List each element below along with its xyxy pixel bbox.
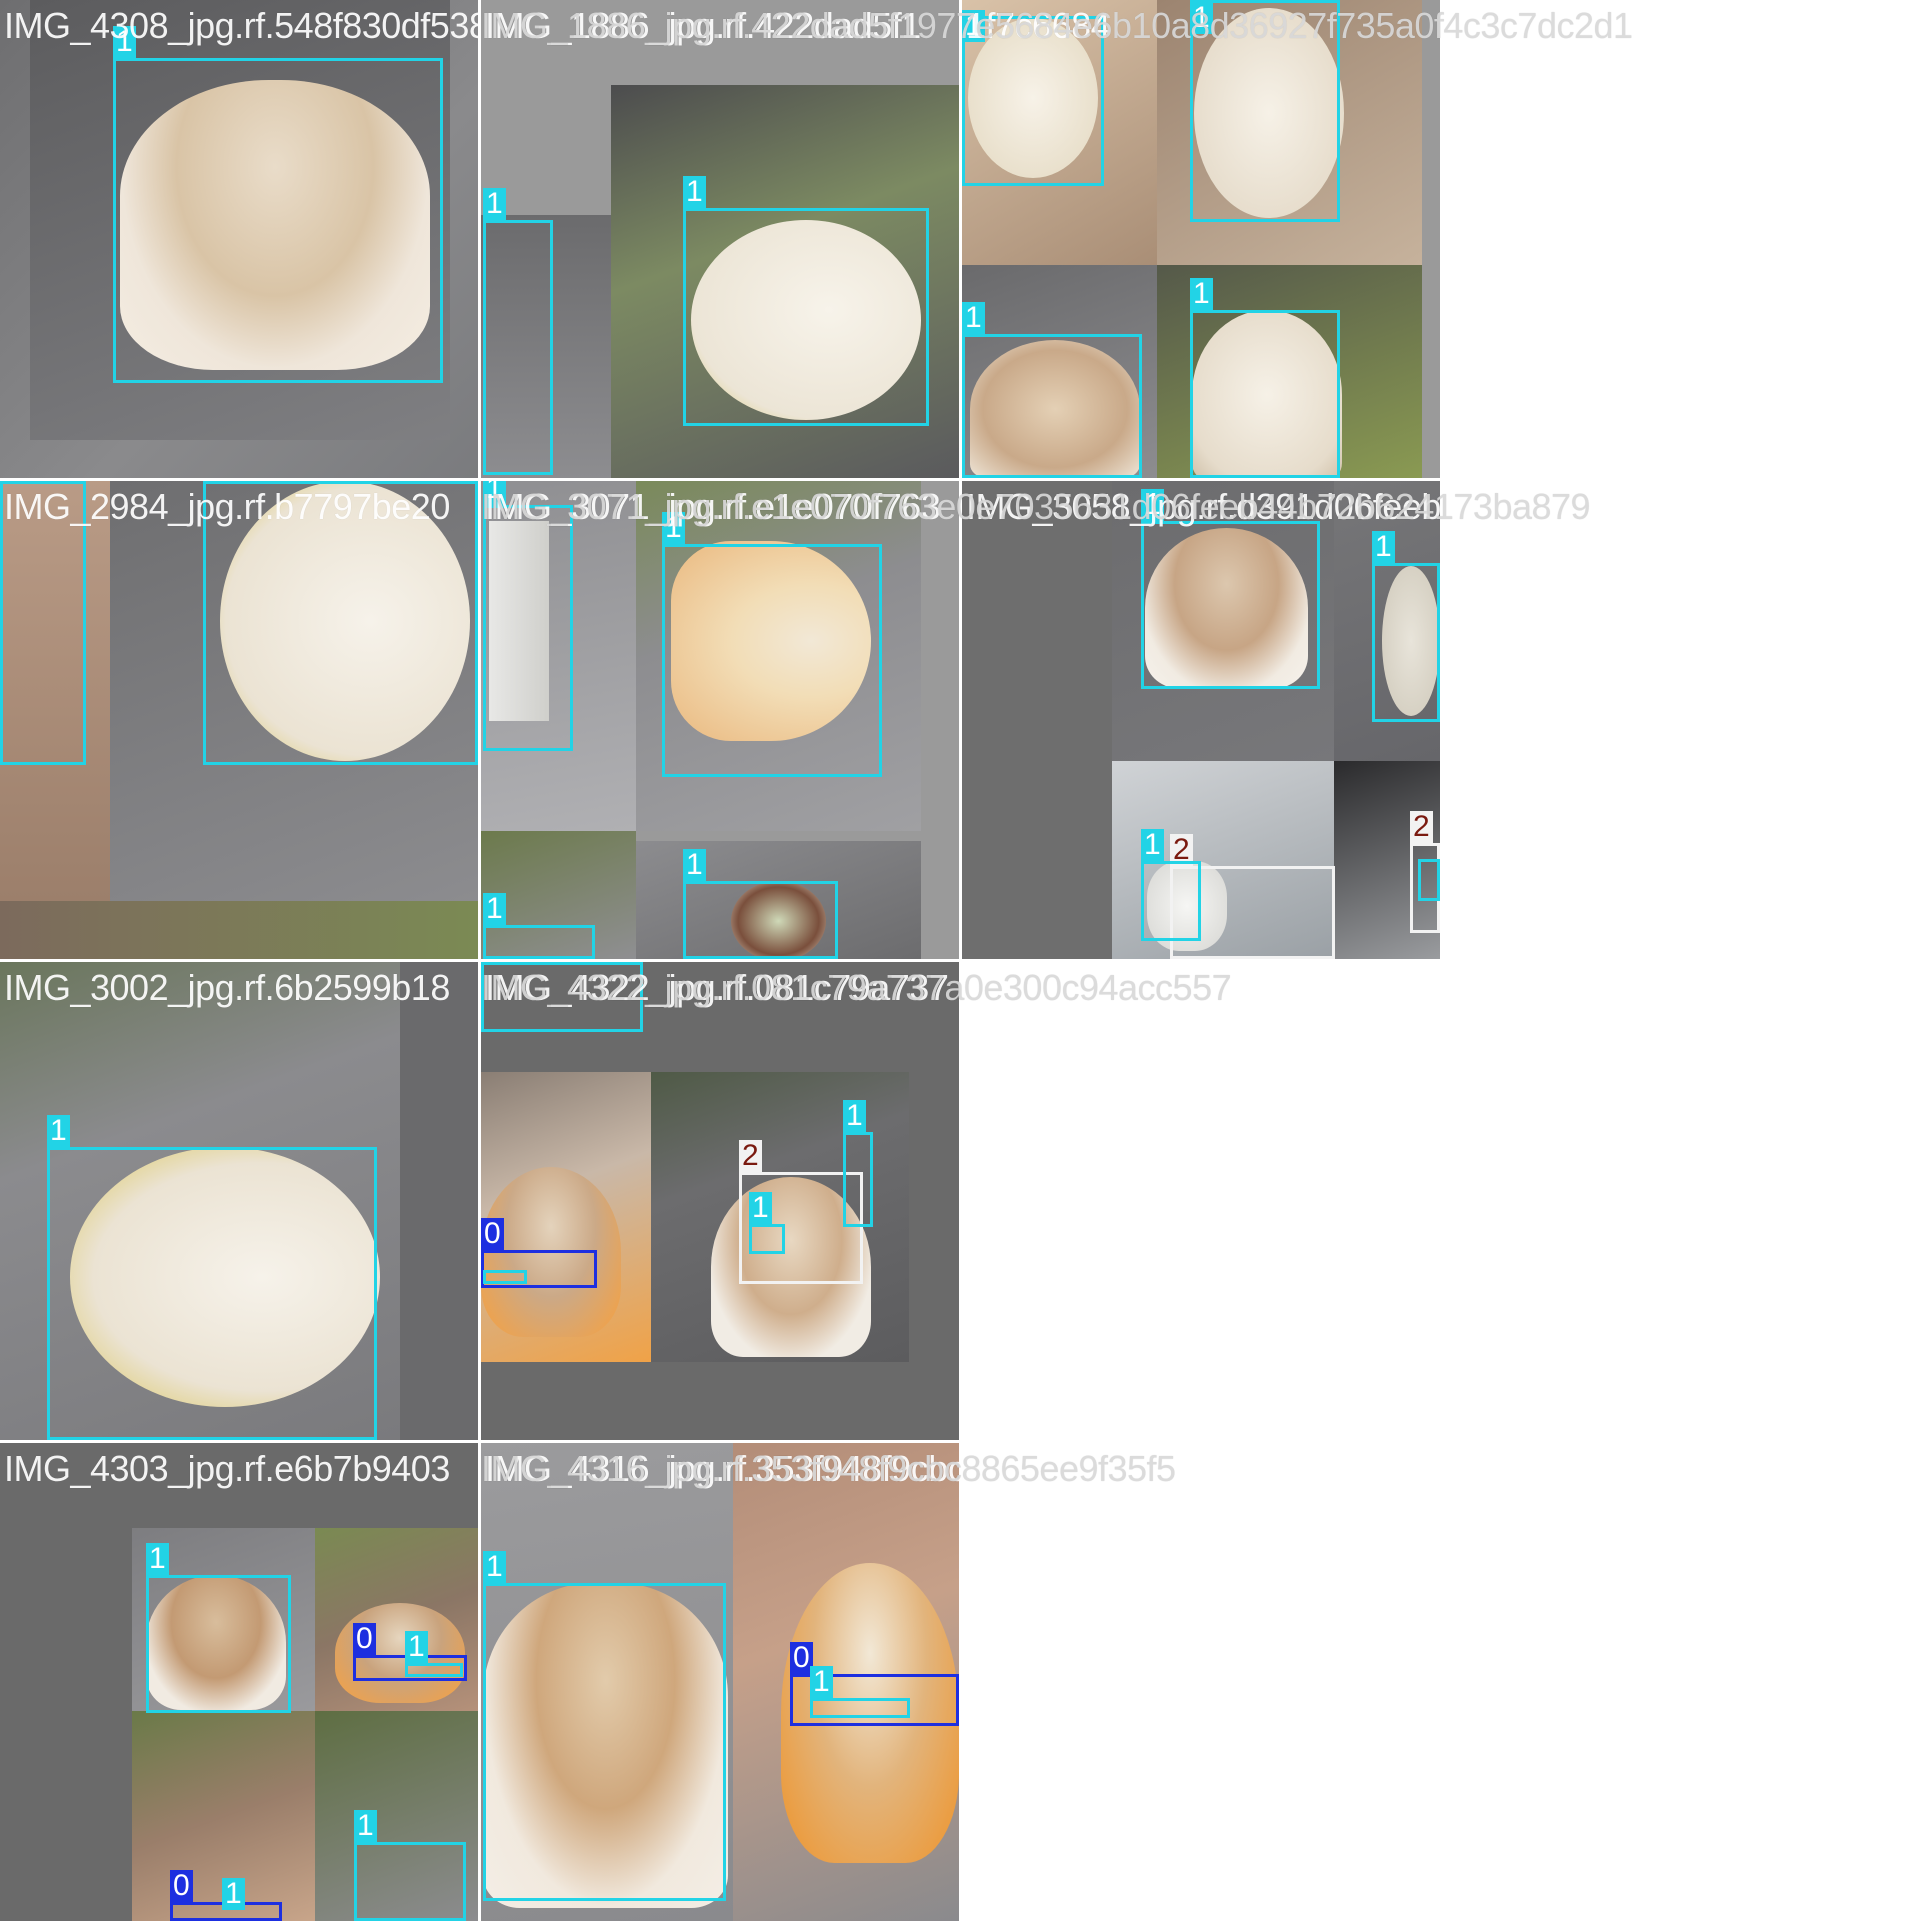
detection-box-class1 bbox=[1141, 521, 1320, 689]
detection-label: 1 bbox=[843, 1100, 866, 1132]
detection-box-class1 bbox=[113, 58, 443, 383]
mosaic-tile: 1 1 IMG_1886_jpg.rf.422dad5f1 bbox=[481, 0, 959, 478]
detection-label: 1 bbox=[683, 849, 706, 881]
detection-label: 1 bbox=[683, 176, 706, 208]
detection-label: 1 bbox=[1372, 531, 1395, 563]
photo-region bbox=[0, 901, 478, 959]
detection-label: 1 bbox=[962, 302, 985, 334]
detection-label: 2 bbox=[1410, 811, 1433, 843]
detection-box-class1 bbox=[962, 334, 1142, 478]
detection-label: 0 bbox=[170, 1870, 193, 1902]
image-filename: IMG_3002_jpg.rf.6b2599b18 bbox=[4, 967, 450, 1008]
detection-label: 0 bbox=[481, 1218, 504, 1250]
detection-box-class1 bbox=[749, 1224, 785, 1254]
detection-label: 0 bbox=[353, 1623, 376, 1655]
detection-box-class1 bbox=[810, 1698, 910, 1718]
mosaic-tile: 1 1 2 1 2 IMG_3058_jpg.rf.d391d06feeb44b… bbox=[962, 481, 1440, 959]
detection-label: 1 bbox=[146, 1543, 169, 1575]
detection-box-class1 bbox=[1372, 563, 1440, 722]
detection-label: 1 bbox=[483, 893, 506, 925]
detection-label: 1 bbox=[749, 1192, 772, 1224]
detection-label: 1 bbox=[1190, 278, 1213, 310]
detection-label: 2 bbox=[739, 1140, 762, 1172]
mosaic-tile: 1 IMG_4308_jpg.rf.548f830df538e72f0357ba… bbox=[0, 0, 478, 478]
image-filename-overflow: IMG_4322_jpg.rf.081c79a737a0e300c94acc55… bbox=[481, 967, 1232, 1008]
detection-box-class1 bbox=[483, 505, 573, 751]
detection-label: 1 bbox=[405, 1631, 428, 1663]
mosaic-tile: IMG_2984_jpg.rf.b7797be20 bbox=[0, 481, 478, 959]
detection-box-class1 bbox=[843, 1132, 873, 1227]
mosaic-tile: 1 IMG_3002_jpg.rf.6b2599b18 bbox=[0, 962, 478, 1440]
detection-box-class1 bbox=[146, 1575, 291, 1713]
image-filename-overflow: IMG_1886_jpg.rf.422dad5f1977e5684e6b10a8… bbox=[481, 5, 1633, 46]
detection-label: 1 bbox=[1141, 829, 1164, 861]
detection-label: 1 bbox=[47, 1115, 70, 1147]
mosaic-tile: 1 0 1 IMG_4316_jpg.rf.353f948f9cbc8865ee… bbox=[481, 1443, 959, 1921]
detection-box-class1 bbox=[483, 925, 595, 959]
mosaic-tile: 1 0 1 1 0 1 IMG_4303_jpg.rf.e6b7b9403 bbox=[0, 1443, 478, 1921]
detection-box-class1 bbox=[1418, 859, 1440, 901]
image-filename: IMG_4308_jpg.rf.548f830df538e72f0357badd bbox=[4, 5, 478, 46]
detection-box-class1 bbox=[405, 1663, 463, 1677]
detection-box-class1 bbox=[483, 220, 553, 475]
detection-box-class1 bbox=[662, 544, 882, 777]
detection-box-class1 bbox=[483, 1583, 726, 1901]
detection-box-class1 bbox=[1190, 310, 1340, 478]
mosaic-tile: 2 1 1 0 IMG_4322_jpg.rf.081c79a737 bbox=[481, 962, 959, 1440]
detection-label: 1 bbox=[222, 1878, 245, 1910]
mosaic-tile: 1 1 1 1 1f7c6684 bbox=[962, 0, 1440, 478]
detection-label: 1 bbox=[483, 1551, 506, 1583]
image-filename: IMG_2984_jpg.rf.b7797be20 bbox=[4, 486, 450, 527]
detection-label: 1 bbox=[810, 1666, 833, 1698]
image-filename-overflow: IMG_4316_jpg.rf.353f948f9cbc8865ee9f35f5 bbox=[481, 1448, 1176, 1489]
mosaic-tile: 1 1 1 1 IMG_3071_jpg.rf.e1e070f763 bbox=[481, 481, 959, 959]
image-filename-overflow: IMG_3071_jpg.rf.e1e070f763e0e7035631d06f… bbox=[481, 486, 1591, 527]
detection-box-class1 bbox=[483, 1270, 527, 1284]
detection-box-class1 bbox=[683, 208, 929, 426]
detection-label: 1 bbox=[354, 1810, 377, 1842]
detection-box-class1 bbox=[47, 1147, 377, 1440]
detection-label: 1 bbox=[483, 188, 506, 220]
detection-box-class1 bbox=[1141, 861, 1201, 941]
detection-box-class1 bbox=[683, 881, 838, 959]
image-filename: IMG_4303_jpg.rf.e6b7b9403 bbox=[4, 1448, 450, 1489]
detection-box-class1 bbox=[354, 1842, 466, 1921]
